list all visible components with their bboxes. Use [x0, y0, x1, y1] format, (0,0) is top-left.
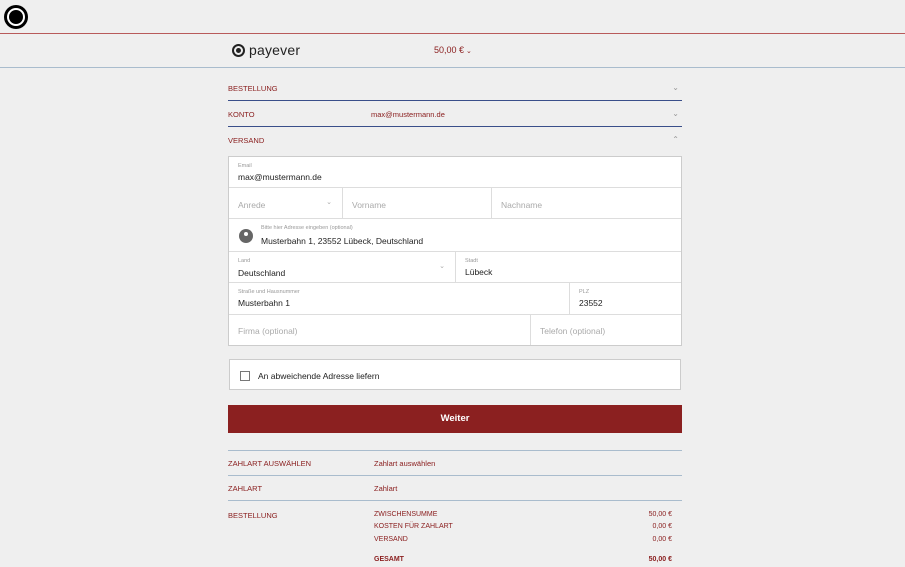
chevron-down-icon: ⌄	[439, 263, 445, 270]
section-konto-label: KONTO	[228, 110, 255, 119]
section-konto-value: max@mustermann.de	[371, 110, 445, 119]
anrede-select[interactable]: Anrede ⌄	[229, 188, 343, 218]
order-amount-toggle[interactable]: 50,00 € ⌄	[434, 45, 472, 55]
line-item-label: Versand	[374, 536, 408, 543]
email-row: Email max@mustermann.de	[229, 157, 681, 188]
line-item-zwischensumme: Zwischensumme 50,00 €	[374, 511, 672, 518]
strasse-value: Musterbahn 1	[238, 298, 290, 308]
stadt-value: Lübeck	[465, 267, 493, 277]
plz-label: PLZ	[579, 289, 590, 295]
chevron-down-icon: ⌄	[466, 48, 472, 55]
strasse-field[interactable]: Straße und Hausnummer Musterbahn 1	[229, 283, 570, 314]
payever-logo-icon	[232, 43, 245, 57]
brand-name: payever	[249, 42, 301, 58]
email-label: Email	[238, 163, 252, 169]
firma-placeholder: Firma (optional)	[238, 326, 298, 336]
section-bestellung-label: BESTELLUNG	[228, 84, 278, 93]
shipping-form: Email max@mustermann.de Anrede ⌄ Vorname…	[228, 156, 682, 346]
vorname-field[interactable]: Vorname	[343, 188, 492, 218]
land-select[interactable]: Land Deutschland ⌄	[229, 252, 456, 282]
nachname-placeholder: Nachname	[501, 200, 543, 210]
plz-value: 23552	[579, 298, 603, 308]
line-item-amount: 50,00 €	[648, 511, 672, 518]
land-label: Land	[238, 258, 251, 264]
summary-bestellung-label: BESTELLUNG	[228, 511, 278, 520]
land-value: Deutschland	[238, 268, 286, 278]
zahlart-auswaehlen-value: Zahlart auswählen	[374, 459, 436, 468]
telefon-placeholder: Telefon (optional)	[540, 326, 606, 336]
telefon-field[interactable]: Telefon (optional)	[531, 315, 681, 345]
corner-logo-icon	[4, 5, 28, 29]
zahlart-label: ZAHLART	[228, 484, 263, 493]
zahlart-value: Zahlart	[374, 484, 398, 493]
chevron-down-icon: ⌄	[672, 109, 679, 118]
section-versand[interactable]: VERSAND ⌃	[228, 127, 682, 153]
email-value: max@mustermann.de	[238, 172, 322, 182]
name-row: Anrede ⌄ Vorname Nachname	[229, 188, 681, 219]
chevron-up-icon: ⌃	[672, 135, 679, 144]
nachname-field[interactable]: Nachname	[492, 188, 681, 218]
weiter-button[interactable]: Weiter	[228, 405, 682, 433]
address-search-row: Bitte hier Adresse eingeben (optional) M…	[229, 219, 681, 252]
top-strip	[0, 0, 905, 34]
firma-telefon-row: Firma (optional) Telefon (optional)	[229, 315, 681, 345]
alt-address-option[interactable]: An abweichende Adresse liefern	[229, 359, 681, 390]
order-amount: 50,00 €	[434, 45, 465, 55]
strasse-plz-row: Straße und Hausnummer Musterbahn 1 PLZ 2…	[229, 283, 681, 315]
alt-address-checkbox[interactable]	[240, 371, 250, 381]
chevron-down-icon: ⌄	[672, 83, 679, 92]
address-search-field[interactable]: Bitte hier Adresse eingeben (optional) M…	[229, 219, 681, 251]
location-pin-icon	[239, 229, 253, 243]
chevron-down-icon: ⌄	[326, 199, 332, 206]
alt-address-label: An abweichende Adresse liefern	[258, 371, 380, 381]
anrede-placeholder: Anrede	[238, 200, 266, 210]
line-item-label: Gesamt	[374, 556, 404, 563]
line-item-label: Kosten für Zahlart	[374, 523, 453, 530]
section-versand-label: VERSAND	[228, 136, 265, 145]
summary-zahlart-auswaehlen[interactable]: ZAHLART AUSWÄHLEN Zahlart auswählen	[228, 450, 682, 476]
strasse-label: Straße und Hausnummer	[238, 289, 300, 295]
section-bestellung[interactable]: BESTELLUNG ⌄	[228, 75, 682, 101]
summary-zahlart: ZAHLART Zahlart	[228, 476, 682, 501]
brand-logo: payever	[232, 42, 300, 58]
line-item-amount: 0,00 €	[652, 523, 672, 530]
line-item-gesamt: Gesamt 50,00 €	[374, 556, 672, 563]
line-item-versand: Versand 0,00 €	[374, 536, 672, 543]
section-konto[interactable]: KONTO max@mustermann.de ⌄	[228, 101, 682, 127]
stadt-field[interactable]: Stadt Lübeck	[456, 252, 681, 282]
line-item-amount: 0,00 €	[652, 536, 672, 543]
line-item-label: Zwischensumme	[374, 511, 438, 518]
checkout-header: payever 50,00 € ⌄	[0, 34, 905, 68]
zahlart-auswaehlen-label: ZAHLART AUSWÄHLEN	[228, 459, 312, 468]
land-stadt-row: Land Deutschland ⌄ Stadt Lübeck	[229, 252, 681, 283]
address-label: Bitte hier Adresse eingeben (optional)	[261, 225, 353, 231]
stadt-label: Stadt	[465, 258, 478, 264]
email-field[interactable]: Email max@mustermann.de	[229, 157, 681, 187]
address-value: Musterbahn 1, 23552 Lübeck, Deutschland	[261, 236, 424, 246]
line-item-amount: 50,00 €	[648, 556, 672, 563]
plz-field[interactable]: PLZ 23552	[570, 283, 681, 314]
firma-field[interactable]: Firma (optional)	[229, 315, 531, 345]
line-item-kosten-zahlart: Kosten für Zahlart 0,00 €	[374, 523, 672, 530]
vorname-placeholder: Vorname	[352, 200, 387, 210]
summary-bestellung: BESTELLUNG Zwischensumme 50,00 € Kosten …	[228, 501, 682, 567]
